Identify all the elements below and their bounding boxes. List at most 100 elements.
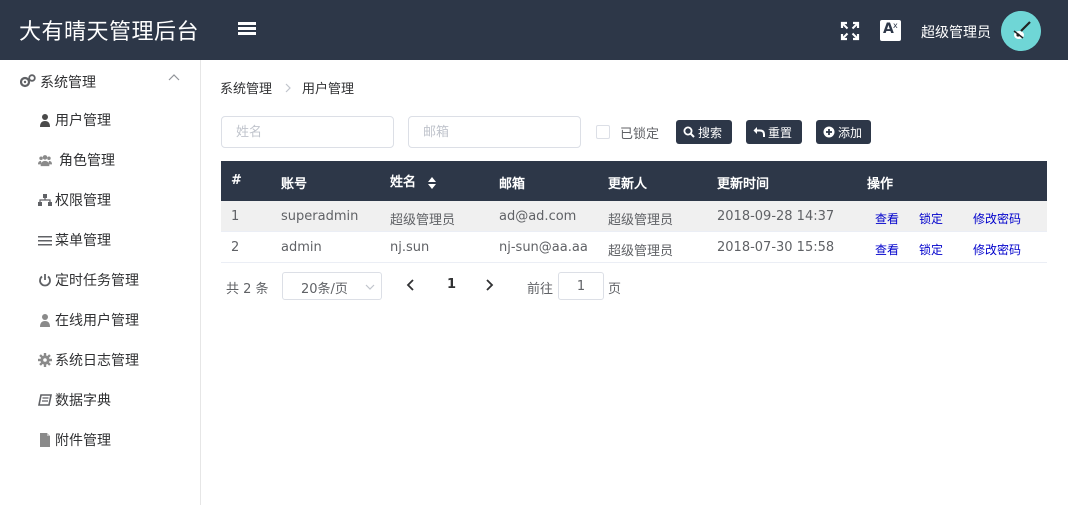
sidebar-item-label: 附件管理 <box>55 433 111 449</box>
cell-email: nj-sun@aa.aa <box>499 240 588 255</box>
goto-page-input[interactable] <box>559 273 603 299</box>
col-email: 邮箱 <box>499 177 526 192</box>
app-title: 大有晴天管理后台 <box>19 20 200 45</box>
sidebar-item-online-users[interactable]: 在线用户管理 <box>38 308 198 332</box>
col-updater: 更新人 <box>608 177 648 192</box>
translate-sub: x <box>893 21 898 30</box>
change-password-link[interactable]: 修改密码 <box>973 241 1021 258</box>
reset-button[interactable]: 重置 <box>746 120 802 144</box>
name-search-input[interactable] <box>222 117 393 147</box>
sidebar-item-permission-management[interactable]: 权限管理 <box>38 188 198 212</box>
undo-icon <box>753 127 765 137</box>
cell-index: 2 <box>231 240 240 255</box>
table-row: 2 admin nj.sun nj-sun@aa.aa 超级管理员 2018-0… <box>221 232 1047 263</box>
chevron-up-icon <box>168 74 180 81</box>
add-button-label: 添加 <box>838 126 863 140</box>
sidebar-item-label: 用户管理 <box>55 113 111 129</box>
file-icon <box>40 433 50 447</box>
avatar[interactable] <box>1001 11 1041 51</box>
add-button[interactable]: 添加 <box>816 120 871 144</box>
page-size-value: 20条/页 <box>301 282 348 297</box>
search-button-label: 搜索 <box>698 126 723 140</box>
top-header: 大有晴天管理后台 A x 超级管理员 <box>0 0 1068 60</box>
goto-suffix: 页 <box>608 282 622 297</box>
name-search-field[interactable] <box>221 116 394 148</box>
translate-icon[interactable]: A x <box>880 20 901 41</box>
sidebar-item-label: 定时任务管理 <box>55 273 139 289</box>
sidebar-item-attachments[interactable]: 附件管理 <box>38 428 198 452</box>
locked-checkbox-label[interactable]: 已锁定 <box>620 123 659 142</box>
current-page-number[interactable]: 1 <box>447 277 456 292</box>
book-icon <box>38 394 52 406</box>
search-button[interactable]: 搜索 <box>676 120 732 144</box>
sidebar-item-system-logs[interactable]: 系统日志管理 <box>38 348 198 372</box>
lock-link[interactable]: 锁定 <box>919 210 943 227</box>
sidebar-item-label: 菜单管理 <box>55 233 111 249</box>
col-account: 账号 <box>281 177 308 192</box>
col-index: # <box>231 173 242 188</box>
sidebar-item-user-management[interactable]: 用户管理 <box>38 108 198 132</box>
col-actions: 操作 <box>867 177 894 192</box>
user-icon <box>40 114 50 127</box>
col-updated-at: 更新时间 <box>717 177 770 192</box>
cell-updater: 超级管理员 <box>608 244 674 259</box>
cell-index: 1 <box>231 209 240 224</box>
sitemap-icon <box>38 194 52 206</box>
col-name-label: 姓名 <box>390 175 417 190</box>
breadcrumb-root[interactable]: 系统管理 <box>220 82 272 97</box>
table-row: 1 superadmin 超级管理员 ad@ad.com 超级管理员 2018-… <box>221 201 1047 232</box>
goto-label: 前往 <box>527 282 554 297</box>
pagination-total: 共 2 条 <box>226 282 269 297</box>
page-size-select[interactable]: 20条/页 <box>282 272 382 300</box>
reset-button-label: 重置 <box>768 126 793 140</box>
user-icon <box>40 314 50 327</box>
sidebar-group-system[interactable]: 系统管理 <box>0 68 200 94</box>
sidebar: 系统管理 用户管理 角色管理 权限管理 菜单管理 定时任务管理 在线用户管理 系… <box>0 60 201 505</box>
sort-icon[interactable] <box>427 176 437 190</box>
cell-email: ad@ad.com <box>499 209 577 224</box>
fullscreen-icon[interactable] <box>840 21 860 41</box>
sidebar-item-role-management[interactable]: 角色管理 <box>38 148 198 172</box>
view-link[interactable]: 查看 <box>875 210 899 227</box>
cell-updater: 超级管理员 <box>608 213 674 228</box>
col-name[interactable]: 姓名 <box>390 171 437 190</box>
cell-name: nj.sun <box>390 240 430 255</box>
email-search-input[interactable] <box>409 117 580 147</box>
locked-checkbox[interactable] <box>596 125 610 139</box>
lock-link[interactable]: 锁定 <box>919 241 943 258</box>
users-icon <box>38 155 52 167</box>
cell-updated-at: 2018-09-28 14:37 <box>717 209 835 224</box>
sidebar-item-label: 系统日志管理 <box>55 353 139 369</box>
sidebar-item-label: 数据字典 <box>55 393 111 409</box>
power-icon <box>39 274 51 287</box>
table-header: # 账号 姓名 邮箱 更新人 更新时间 操作 <box>221 161 1047 201</box>
view-link[interactable]: 查看 <box>875 241 899 258</box>
breadcrumb-current: 用户管理 <box>302 82 355 97</box>
sidebar-item-label: 权限管理 <box>55 193 111 209</box>
cell-name: 超级管理员 <box>390 213 456 228</box>
user-name[interactable]: 超级管理员 <box>921 22 991 42</box>
goto-page-field[interactable] <box>558 272 604 300</box>
next-page-icon[interactable] <box>482 278 496 292</box>
cell-updated-at: 2018-07-30 15:58 <box>717 240 835 255</box>
plus-circle-icon <box>823 126 835 138</box>
gears-icon <box>20 74 36 88</box>
chevron-down-icon <box>365 284 375 290</box>
sidebar-group-label: 系统管理 <box>40 75 96 91</box>
cell-account: admin <box>281 240 322 255</box>
change-password-link[interactable]: 修改密码 <box>973 210 1021 227</box>
sidebar-item-label: 在线用户管理 <box>55 313 139 329</box>
breadcrumb: 系统管理 用户管理 <box>220 78 354 97</box>
search-icon <box>683 126 695 138</box>
gear-icon <box>38 353 52 367</box>
prev-page-icon[interactable] <box>404 278 418 292</box>
list-icon <box>38 236 52 246</box>
breadcrumb-separator-icon <box>284 82 292 97</box>
menu-toggle-icon[interactable] <box>238 22 256 38</box>
sidebar-item-data-dictionary[interactable]: 数据字典 <box>38 388 198 412</box>
sidebar-item-scheduled-tasks[interactable]: 定时任务管理 <box>38 268 198 292</box>
email-search-field[interactable] <box>408 116 581 148</box>
cell-account: superadmin <box>281 209 359 224</box>
sidebar-item-label: 角色管理 <box>59 153 115 169</box>
sidebar-item-menu-management[interactable]: 菜单管理 <box>38 228 198 252</box>
